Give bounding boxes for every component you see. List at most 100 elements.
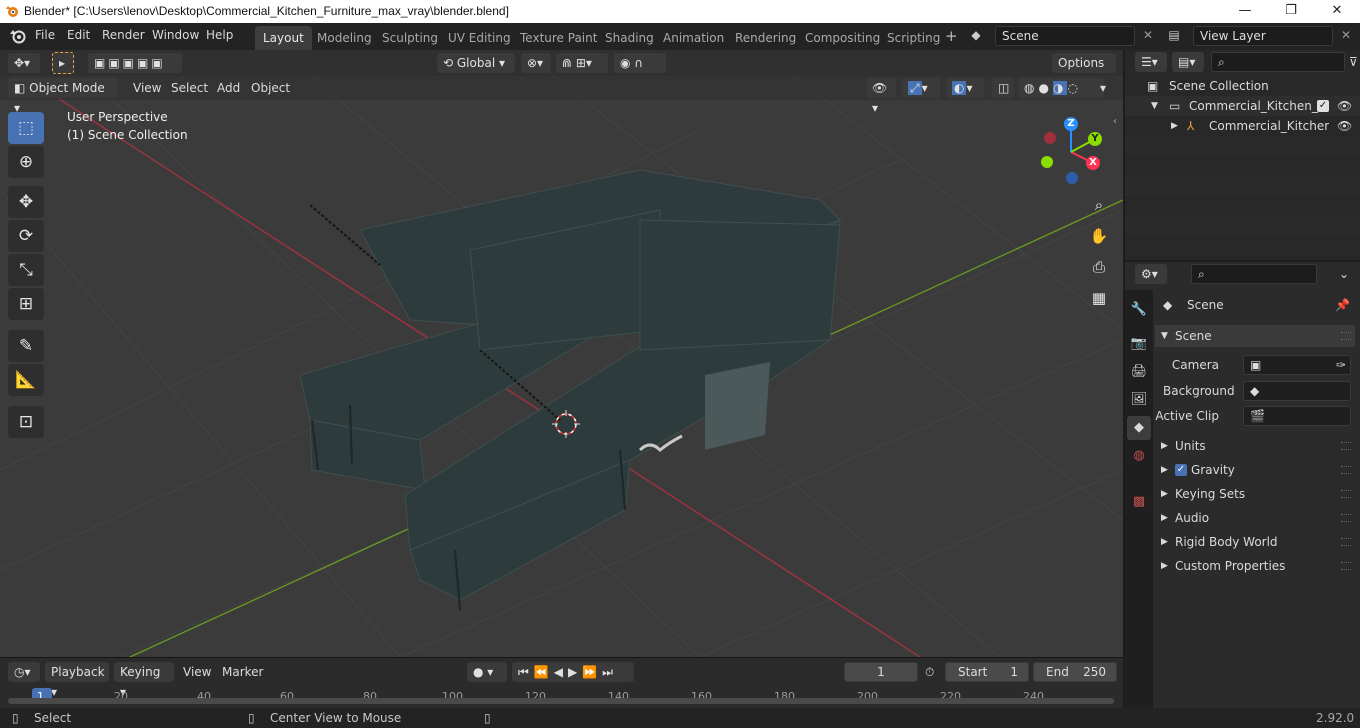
- keying-sets-section[interactable]: ▶ Keying Sets: [1155, 483, 1355, 505]
- outliner-search-field[interactable]: ⌕: [1211, 52, 1345, 72]
- scene-browse-icon[interactable]: ◆: [965, 26, 987, 46]
- zoom-icon[interactable]: ⌕: [1085, 191, 1113, 219]
- tab-layout[interactable]: Layout: [255, 26, 312, 50]
- blender-menu-icon[interactable]: [9, 28, 27, 44]
- view-layer-remove-icon[interactable]: ✕: [1335, 26, 1357, 46]
- preview-range-icon[interactable]: ⏱: [925, 662, 934, 682]
- camera-field[interactable]: ▣ ✑: [1243, 355, 1351, 375]
- tab-rendering[interactable]: Rendering: [727, 26, 804, 50]
- menu-edit[interactable]: Edit: [67, 28, 90, 42]
- grid-perspective-icon[interactable]: ▦: [1085, 284, 1113, 312]
- render-properties-tab-icon[interactable]: 📷: [1127, 332, 1151, 356]
- playback-dropdown[interactable]: Playback ▾: [45, 662, 109, 699]
- timeline-editor-type-icon[interactable]: ◷▾: [8, 662, 40, 682]
- collection-checkbox[interactable]: ✓: [1317, 100, 1329, 112]
- properties-search-field[interactable]: ⌕: [1191, 264, 1317, 284]
- camera-view-icon[interactable]: ⎙: [1085, 253, 1113, 281]
- active-clip-field[interactable]: 🎬: [1243, 406, 1351, 426]
- panel-grip-icon[interactable]: [1341, 538, 1351, 546]
- background-field[interactable]: ◆: [1243, 381, 1351, 401]
- pan-hand-icon[interactable]: ✋: [1085, 222, 1113, 250]
- overlay-toggle-icon[interactable]: ◐ ▾: [946, 78, 984, 98]
- editor-type-icon[interactable]: ✥▾: [8, 53, 40, 73]
- eyedropper-icon[interactable]: ✑: [1336, 356, 1346, 374]
- gizmo-toggle-icon[interactable]: ⤢ ▾: [902, 78, 940, 98]
- pin-icon[interactable]: 📌: [1335, 294, 1350, 316]
- scene-panel-header[interactable]: ▼ Scene: [1155, 325, 1355, 347]
- menu-file[interactable]: File: [35, 28, 55, 42]
- tab-sculpting[interactable]: Sculpting: [374, 26, 446, 50]
- end-frame-field[interactable]: End 250: [1033, 662, 1117, 682]
- tool-properties-tab-icon[interactable]: 🔧: [1127, 298, 1151, 322]
- properties-editor-type-icon[interactable]: ⚙▾: [1135, 264, 1167, 284]
- output-properties-tab-icon[interactable]: 🖨: [1127, 360, 1151, 384]
- transform-tool-icon[interactable]: ⊞: [8, 288, 44, 320]
- outliner-filter-icon[interactable]: ⊽: [1349, 52, 1358, 72]
- add-workspace-button[interactable]: +: [945, 27, 958, 45]
- minimize-button[interactable]: —: [1222, 0, 1268, 23]
- gizmo-y-label[interactable]: Y: [1088, 132, 1102, 146]
- options-dropdown[interactable]: Options ▾: [1052, 53, 1116, 90]
- add-cube-tool-icon[interactable]: ⊡: [8, 406, 44, 438]
- scene-remove-icon[interactable]: ✕: [1137, 26, 1159, 46]
- annotate-tool-icon[interactable]: ✎: [8, 330, 44, 362]
- panel-grip-icon[interactable]: [1341, 562, 1351, 570]
- snap-icon[interactable]: ⋒ ⊞▾: [556, 53, 608, 73]
- 3d-viewport[interactable]: User Perspective (1) Scene Collection Z …: [0, 50, 1123, 657]
- viewport-menu-object[interactable]: Object: [251, 78, 290, 98]
- record-keyframe-icon[interactable]: ● ▾: [467, 662, 507, 682]
- view-layer-tab-icon[interactable]: 🖼: [1127, 388, 1151, 412]
- xray-toggle-icon[interactable]: ◫: [992, 78, 1014, 98]
- viewport-menu-select[interactable]: Select: [171, 78, 208, 98]
- cursor-tool-icon[interactable]: ⊕: [8, 146, 44, 178]
- rigid-body-world-section[interactable]: ▶ Rigid Body World: [1155, 531, 1355, 553]
- keying-dropdown[interactable]: Keying ▾: [114, 662, 174, 699]
- panel-grip-icon[interactable]: [1341, 332, 1351, 340]
- timeline-menu-marker[interactable]: Marker: [222, 662, 263, 682]
- tab-shading[interactable]: Shading: [597, 26, 662, 50]
- tab-texture-paint[interactable]: Texture Paint: [512, 26, 605, 50]
- timeline-scrollbar[interactable]: [8, 698, 1114, 704]
- tab-animation[interactable]: Animation: [655, 26, 732, 50]
- gravity-checkbox[interactable]: ✓: [1175, 464, 1187, 476]
- start-frame-field[interactable]: Start 1: [945, 662, 1029, 682]
- shading-mode-icons[interactable]: ◍●◑◌: [1018, 78, 1104, 98]
- gizmo-z-label[interactable]: Z: [1064, 117, 1078, 131]
- timeline-menu-view[interactable]: View: [183, 662, 211, 682]
- playback-controls-icons[interactable]: ⏮⏪◀▶⏩⏭: [512, 662, 634, 682]
- timeline-ruler[interactable]: 1 20 40 60 80 100 120 140 160 180 200 22…: [8, 688, 1114, 708]
- viewport-menu-add[interactable]: Add: [217, 78, 240, 98]
- tab-scripting[interactable]: Scripting: [879, 26, 948, 50]
- world-properties-tab-icon[interactable]: ◍: [1127, 444, 1151, 468]
- view-layer-browse-icon[interactable]: ▤: [1163, 26, 1185, 46]
- collection-eye-icon[interactable]: 👁: [1337, 96, 1352, 116]
- scene-properties-tab-icon[interactable]: ◆: [1127, 416, 1151, 440]
- shading-options-icon[interactable]: ▾: [1100, 78, 1106, 98]
- panel-grip-icon[interactable]: [1341, 466, 1351, 474]
- collapse-arrow-icon[interactable]: ▶: [1171, 116, 1178, 136]
- scene-selector[interactable]: Scene: [995, 26, 1135, 46]
- object-mode-dropdown[interactable]: ◧ Object Mode ▾: [8, 78, 118, 115]
- tab-modeling[interactable]: Modeling: [309, 26, 380, 50]
- transform-orientation-dropdown[interactable]: ⟲ Global ▾: [437, 53, 515, 73]
- outliner-scene-collection[interactable]: ▣ Scene Collection: [1125, 76, 1360, 96]
- selection-mode-icons[interactable]: ▣▣▣▣▣: [88, 53, 182, 73]
- select-box-tool-icon[interactable]: ⬚: [8, 112, 44, 144]
- gravity-section[interactable]: ▶ ✓ Gravity: [1155, 459, 1355, 481]
- expand-arrow-icon[interactable]: ▼: [1151, 96, 1158, 116]
- current-frame-field[interactable]: 1: [844, 662, 918, 682]
- menu-help[interactable]: Help: [206, 28, 233, 42]
- sidebar-toggle-icon[interactable]: ‹: [1113, 116, 1117, 127]
- navigation-gizmo[interactable]: Z Y X: [1035, 115, 1105, 185]
- texture-properties-tab-icon[interactable]: ▩: [1127, 490, 1151, 514]
- audio-section[interactable]: ▶ Audio: [1155, 507, 1355, 529]
- tab-compositing[interactable]: Compositing: [797, 26, 888, 50]
- panel-grip-icon[interactable]: [1341, 490, 1351, 498]
- menu-render[interactable]: Render: [102, 28, 145, 42]
- outliner-display-mode-icon[interactable]: ▤▾: [1172, 52, 1204, 72]
- panel-grip-icon[interactable]: [1341, 514, 1351, 522]
- gizmo-x-label[interactable]: X: [1086, 156, 1100, 170]
- select-tool-icon[interactable]: ▸: [52, 52, 74, 74]
- close-window-button[interactable]: ✕: [1314, 0, 1360, 23]
- custom-properties-section[interactable]: ▶ Custom Properties: [1155, 555, 1355, 577]
